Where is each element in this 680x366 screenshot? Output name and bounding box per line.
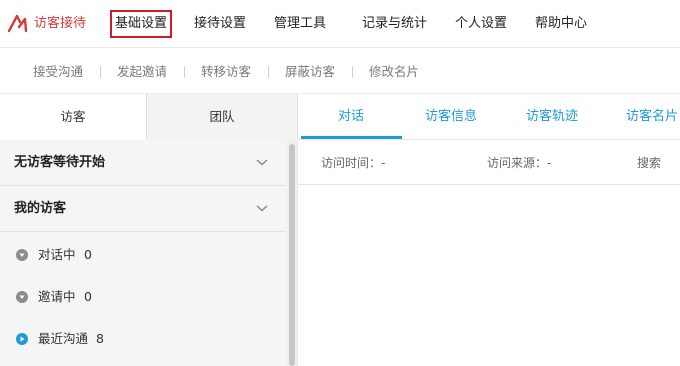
tab-team[interactable]: 团队	[147, 94, 297, 140]
nav-records-statistics[interactable]: 记录与统计	[362, 15, 427, 33]
status-row-in-conversation[interactable]: 对话中 0	[0, 234, 286, 276]
my-visitors-section-header[interactable]: 我的访客	[0, 186, 286, 232]
status-count: 0	[84, 247, 92, 262]
scrollbar-thumb[interactable]	[289, 144, 295, 366]
toolbar-divider	[352, 66, 353, 78]
nav-management-tools[interactable]: 管理工具	[274, 15, 326, 33]
visitor-panel: 访客 团队 无访客等待开始 我的访客 对话中 0 邀请中 0 最近沟通 8	[0, 94, 297, 366]
chevron-down-icon	[256, 159, 268, 166]
chevron-down-icon	[256, 205, 268, 212]
initiate-invite-button[interactable]: 发起邀请	[117, 64, 167, 80]
nav-reception-settings[interactable]: 接待设置	[194, 15, 246, 33]
toolbar-divider	[184, 66, 185, 78]
toolbar-divider	[268, 66, 269, 78]
status-label: 最近沟通	[38, 331, 89, 346]
visitor-panel-tabs: 访客 团队	[0, 94, 297, 140]
scrollbar[interactable]	[287, 140, 297, 366]
transfer-visitor-button[interactable]: 转移访客	[201, 64, 251, 80]
visit-source: 访问来源：-	[487, 156, 552, 170]
waiting-section-header[interactable]: 无访客等待开始	[0, 140, 286, 186]
my-visitors-section-title: 我的访客	[14, 201, 67, 216]
tab-visitor-trail[interactable]: 访客轨迹	[526, 108, 578, 126]
status-row-inviting[interactable]: 邀请中 0	[0, 276, 286, 318]
status-label: 对话中	[38, 247, 76, 262]
nav-basic-settings[interactable]: 基础设置	[110, 10, 173, 38]
edit-card-button[interactable]: 修改名片	[369, 64, 419, 80]
active-tab-indicator	[301, 136, 402, 139]
tab-conversation[interactable]: 对话	[338, 108, 364, 126]
status-label: 邀请中	[38, 289, 76, 304]
visit-info-bar: 访问时间：- 访问来源：- 搜索	[298, 140, 680, 185]
accept-conversation-button[interactable]: 接受沟通	[33, 64, 83, 80]
status-count: 0	[84, 289, 92, 304]
top-navigation: 访客接待 基础设置 接待设置 管理工具 记录与统计 个人设置 帮助中心	[0, 0, 680, 48]
tab-visitor-info[interactable]: 访客信息	[425, 108, 477, 126]
status-row-recent[interactable]: 最近沟通 8	[0, 318, 286, 360]
caret-right-icon	[16, 333, 28, 345]
tab-visitor-card[interactable]: 访客名片	[626, 108, 678, 126]
sub-toolbar: 接受沟通 发起邀请 转移访客 屏蔽访客 修改名片	[0, 48, 680, 94]
brand-logo-icon	[8, 14, 28, 33]
tab-visitor[interactable]: 访客	[0, 94, 147, 140]
conversation-panel: 对话 访客信息 访客轨迹 访客名片 访问时间：- 访问来源：- 搜索	[297, 94, 680, 366]
waiting-section-title: 无访客等待开始	[14, 155, 106, 170]
caret-down-icon	[16, 249, 28, 261]
toolbar-divider	[100, 66, 101, 78]
nav-help-center[interactable]: 帮助中心	[535, 15, 587, 33]
search-keyword: 搜索	[637, 156, 662, 170]
status-count: 8	[96, 331, 104, 346]
conversation-tabs: 对话 访客信息 访客轨迹 访客名片	[298, 94, 680, 140]
block-visitor-button[interactable]: 屏蔽访客	[285, 64, 335, 80]
caret-down-icon	[16, 291, 28, 303]
brand-name: 访客接待	[34, 16, 87, 31]
nav-personal-settings[interactable]: 个人设置	[455, 15, 507, 33]
visit-time: 访问时间：-	[321, 156, 386, 170]
